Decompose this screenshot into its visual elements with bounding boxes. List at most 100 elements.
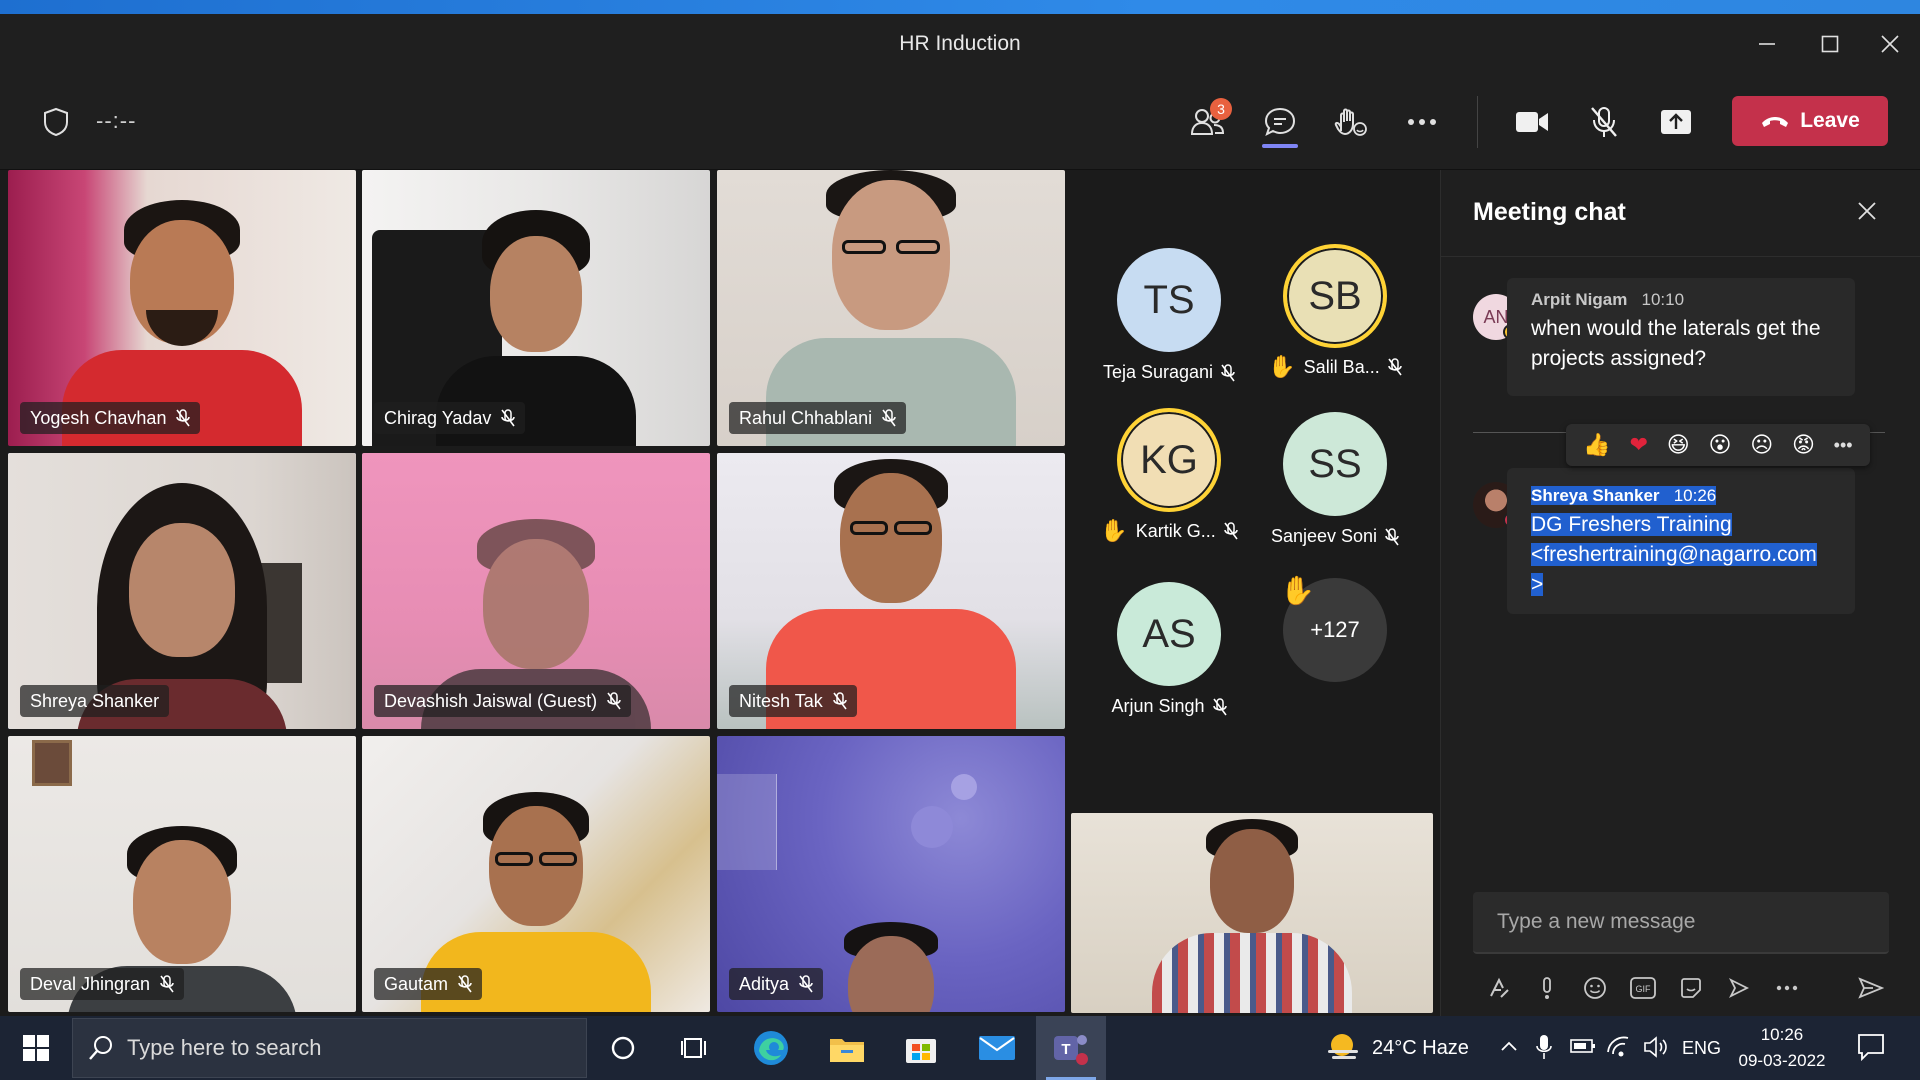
overflow-participants-button[interactable]: +127 ✋ <box>1252 575 1418 682</box>
participant-avatar[interactable]: AS Arjun Singh <box>1086 582 1252 717</box>
send-icon[interactable] <box>1847 968 1895 1008</box>
leave-button[interactable]: Leave <box>1732 96 1888 146</box>
chat-message[interactable]: Shreya Shanker 10:26 DG Freshers Trainin… <box>1507 468 1855 614</box>
edge-browser-icon[interactable] <box>736 1016 806 1080</box>
leave-label: Leave <box>1800 109 1860 132</box>
like-reaction-icon[interactable]: 👍 <box>1583 432 1610 458</box>
surprised-reaction-icon[interactable]: 😮 <box>1709 432 1732 458</box>
mic-muted-icon <box>607 692 621 710</box>
participant-avatar[interactable]: SB ✋ Salil Ba... <box>1252 244 1418 380</box>
participant-avatar[interactable]: SS Sanjeev Soni <box>1252 412 1418 547</box>
microphone-in-use-icon[interactable] <box>1536 1034 1552 1060</box>
maximize-icon[interactable] <box>1808 24 1852 64</box>
more-actions-button[interactable] <box>1394 96 1450 148</box>
close-chat-icon[interactable] <box>1852 196 1882 226</box>
teams-icon[interactable]: T <box>1036 1016 1106 1080</box>
video-tile[interactable]: Devashish Jaiswal (Guest) <box>362 453 710 729</box>
mic-button[interactable] <box>1576 96 1632 148</box>
avatar-initials: SB <box>1283 244 1387 348</box>
weather-text[interactable]: 24°C Haze <box>1372 1037 1469 1060</box>
taskbar-search[interactable] <box>72 1018 587 1078</box>
svg-text:T: T <box>1061 1041 1070 1058</box>
battery-icon[interactable] <box>1570 1038 1596 1054</box>
participant-name-label: Yogesh Chavhan <box>20 402 201 434</box>
compose-toolbar: GIF <box>1475 968 1895 1008</box>
more-options-icon[interactable] <box>1763 968 1811 1008</box>
message-text-line: DG Freshers Training <box>1531 513 1732 536</box>
more-reactions-icon[interactable]: ••• <box>1834 435 1853 456</box>
language-indicator[interactable]: ENG <box>1682 1038 1721 1059</box>
format-icon[interactable] <box>1475 968 1523 1008</box>
system-clock[interactable]: 10:26 09-03-2022 <box>1730 1022 1834 1074</box>
wifi-icon[interactable] <box>1606 1034 1632 1058</box>
chevron-up-icon[interactable] <box>1500 1040 1518 1052</box>
message-text-line: > <box>1531 573 1544 596</box>
self-video-preview[interactable] <box>1071 813 1433 1013</box>
message-time: 10:10 <box>1641 290 1685 309</box>
participants-button[interactable]: 3 <box>1180 96 1236 148</box>
angry-reaction-icon[interactable]: 😡 <box>1792 432 1815 458</box>
search-input[interactable] <box>127 1035 547 1061</box>
video-tile[interactable]: Chirag Yadav <box>362 170 710 446</box>
window-title: HR Induction <box>899 32 1021 55</box>
video-tile[interactable]: Deval Jhingran <box>8 736 356 1012</box>
video-tile[interactable]: Gautam <box>362 736 710 1012</box>
phone-hangup-icon <box>1762 117 1789 127</box>
sad-reaction-icon[interactable]: ☹ <box>1750 432 1773 458</box>
important-icon[interactable] <box>1523 968 1571 1008</box>
avatar-name: Teja Suragani <box>1102 362 1214 382</box>
laugh-reaction-icon[interactable]: 😆 <box>1667 432 1690 458</box>
participant-avatar[interactable]: KG ✋ Kartik G... <box>1086 408 1252 544</box>
shield-icon[interactable] <box>28 96 84 148</box>
desktop-top-strip <box>0 0 1920 14</box>
task-view-icon[interactable] <box>660 1016 730 1080</box>
notifications-icon[interactable] <box>1856 1032 1886 1062</box>
heart-reaction-icon[interactable]: ❤ <box>1630 432 1648 458</box>
clock-date: 09-03-2022 <box>1738 1051 1826 1070</box>
mic-muted-icon <box>1212 697 1227 715</box>
participant-avatar[interactable]: TS Teja Suragani <box>1086 248 1252 383</box>
camera-icon <box>1516 112 1548 132</box>
volume-icon[interactable] <box>1642 1034 1668 1060</box>
close-window-icon[interactable] <box>1868 24 1912 64</box>
camera-button[interactable] <box>1504 96 1560 148</box>
gif-icon[interactable]: GIF <box>1619 968 1667 1008</box>
mic-muted-icon <box>1387 358 1402 376</box>
share-button[interactable] <box>1648 96 1704 148</box>
svg-text:GIF: GIF <box>1636 984 1652 994</box>
participant-name-label: Rahul Chhablani <box>729 402 907 434</box>
file-explorer-icon[interactable] <box>812 1016 882 1080</box>
windows-start-icon[interactable] <box>8 1022 64 1074</box>
mic-muted-icon <box>176 409 191 427</box>
participant-name-label: Shreya Shanker <box>20 685 170 717</box>
participant-name-label: Aditya <box>729 968 824 1000</box>
minimize-icon[interactable] <box>1745 24 1789 64</box>
video-tile[interactable]: Nitesh Tak <box>717 453 1065 729</box>
compose-box[interactable] <box>1473 892 1889 954</box>
video-stage: Yogesh Chavhan Chirag Yadav Rahul Chhabl… <box>0 170 1440 1016</box>
microsoft-store-icon[interactable] <box>886 1016 956 1080</box>
schedule-meeting-icon[interactable] <box>1715 968 1763 1008</box>
message-text-line: <freshertraining@nagarro.com <box>1531 543 1817 566</box>
cortana-icon[interactable] <box>588 1016 658 1080</box>
video-tile[interactable]: Rahul Chhablani <box>717 170 1065 446</box>
sticker-icon[interactable] <box>1667 968 1715 1008</box>
mail-icon[interactable] <box>962 1016 1032 1080</box>
emoji-icon[interactable] <box>1571 968 1619 1008</box>
meeting-toolbar: --:-- 3 Leave <box>0 74 1920 170</box>
message-input[interactable] <box>1473 892 1889 952</box>
video-tile-active-speaker[interactable]: Shreya Shanker <box>8 453 356 729</box>
video-tile[interactable]: Yogesh Chavhan <box>8 170 356 446</box>
meeting-timer: --:-- <box>96 108 137 133</box>
reactions-button[interactable] <box>1322 96 1378 148</box>
reactions-bar: 👍 ❤ 😆 😮 ☹ 😡 ••• <box>1566 424 1870 466</box>
virtual-background-card <box>717 774 777 870</box>
wall-frame <box>32 740 72 786</box>
raised-hand-icon: ✋ <box>1280 575 1315 606</box>
participant-video <box>826 922 956 1012</box>
video-tile[interactable]: Aditya <box>717 736 1065 1012</box>
chat-message[interactable]: Arpit Nigam 10:10 when would the lateral… <box>1507 278 1855 396</box>
avatar-name: Arjun Singh <box>1111 696 1205 716</box>
chat-button[interactable] <box>1252 96 1308 148</box>
mic-muted-icon <box>160 975 174 993</box>
